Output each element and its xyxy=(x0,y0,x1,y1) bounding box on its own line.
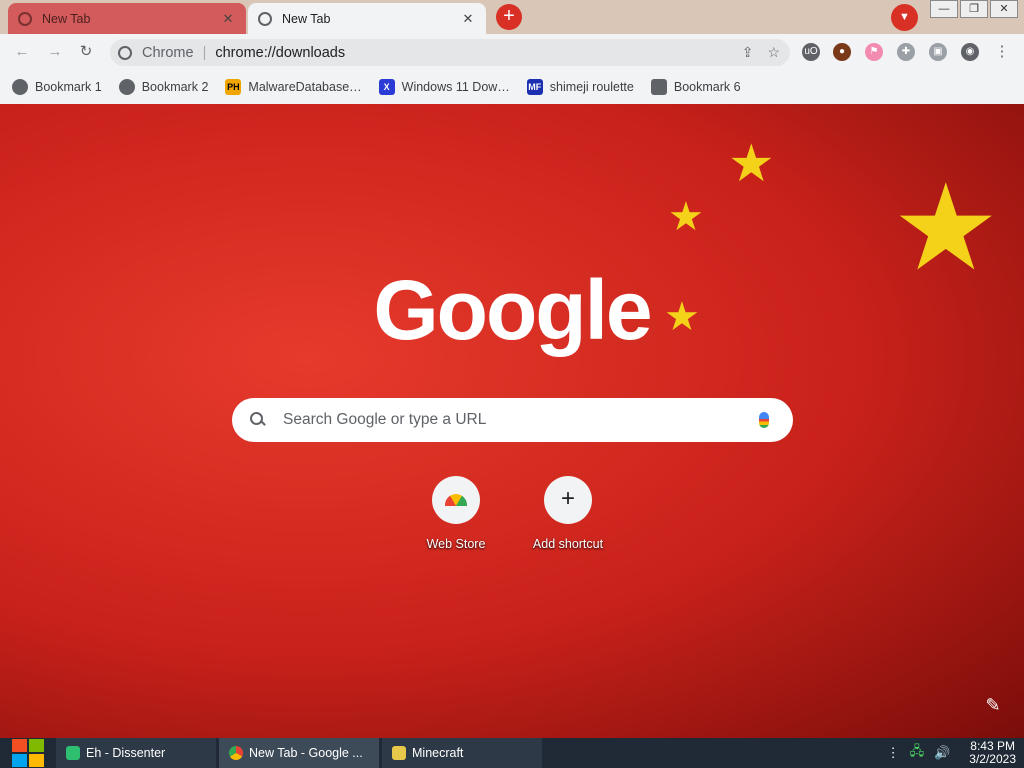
bookmark-favicon-icon: MF xyxy=(526,79,543,95)
side-panel-icon[interactable]: ▣ xyxy=(929,43,947,61)
bookmark-item[interactable]: Bookmark 6 xyxy=(650,79,741,95)
shortcut-web-store[interactable]: Web Store xyxy=(406,476,506,551)
omnibox-separator: | xyxy=(202,44,207,61)
reload-button[interactable]: ↻ xyxy=(76,42,96,62)
bookmark-item[interactable]: Bookmark 1 xyxy=(12,79,102,95)
bookmark-item[interactable]: Bookmark 2 xyxy=(118,79,209,95)
bookmark-item[interactable]: PH MalwareDatabase… xyxy=(225,79,362,95)
bookmark-label: Bookmark 6 xyxy=(673,80,741,94)
clock[interactable]: 8:43 PM 3/2/2023 xyxy=(969,740,1016,766)
plus-icon: + xyxy=(544,476,592,524)
share-icon[interactable]: ⇪ xyxy=(742,44,754,61)
bookmarks-bar: Bookmark 1 Bookmark 2 PH MalwareDatabase… xyxy=(0,70,1024,104)
bookmark-label: shimeji roulette xyxy=(549,80,634,94)
tab-title: New Tab xyxy=(42,11,91,26)
puzzle-extensions-icon[interactable]: ✚ xyxy=(897,43,915,61)
network-icon[interactable]: 🖧 xyxy=(910,742,925,764)
bookmark-label: MalwareDatabase… xyxy=(248,80,362,94)
taskbar-item-label: New Tab - Google ... xyxy=(249,746,363,760)
address-bar[interactable]: Chrome | chrome://downloads ⇪ ☆ xyxy=(110,39,790,66)
bookmark-item[interactable]: MF shimeji roulette xyxy=(526,79,634,95)
tab-strip: New Tab ✕ New Tab ✕ + ▼ — ❐ ✕ xyxy=(0,0,1024,34)
chrome-icon xyxy=(229,746,243,760)
omnibox-chip: Chrome xyxy=(142,44,194,61)
bookmark-favicon-icon xyxy=(12,79,28,95)
tab-close-icon[interactable]: ✕ xyxy=(220,11,236,27)
chrome-favicon-icon xyxy=(258,11,272,26)
restore-button[interactable]: ❐ xyxy=(960,0,988,18)
bookmark-star-icon[interactable]: ☆ xyxy=(767,44,780,61)
start-button[interactable] xyxy=(0,738,56,768)
chrome-favicon-icon xyxy=(18,11,32,26)
shortcut-label: Web Store xyxy=(426,537,486,551)
folder-icon xyxy=(392,746,406,760)
window-controls: — ❐ ✕ xyxy=(930,0,1018,18)
ublock-extension-icon[interactable]: uO xyxy=(802,43,820,61)
shortcut-add[interactable]: + Add shortcut xyxy=(518,476,618,551)
forward-button[interactable]: → xyxy=(45,42,65,62)
extension-icon[interactable]: ⚑ xyxy=(865,43,883,61)
star-decoration-icon: ★ xyxy=(728,135,775,193)
profile-avatar-icon[interactable]: ◉ xyxy=(961,43,979,61)
back-button[interactable]: ← xyxy=(12,42,32,62)
tab-close-icon[interactable]: ✕ xyxy=(460,11,476,27)
omnibox-actions: ⇪ ☆ xyxy=(742,44,780,61)
toolbar: ← → ↻ Chrome | chrome://downloads ⇪ ☆ uO… xyxy=(0,34,1024,70)
web-store-icon xyxy=(432,476,480,524)
windows-logo-icon xyxy=(12,739,44,767)
menu-kebab-icon[interactable]: ⋮ xyxy=(993,43,1011,61)
browser-frame: New Tab ✕ New Tab ✕ + ▼ — ❐ ✕ ← → ↻ Chro… xyxy=(0,0,1024,104)
customize-pencil-icon[interactable]: ✎ xyxy=(980,692,1006,718)
new-tab-button[interactable]: + xyxy=(496,4,522,30)
extension-icon[interactable]: ● xyxy=(833,43,851,61)
microphone-icon[interactable] xyxy=(759,412,769,428)
omnibox-url: chrome://downloads xyxy=(215,44,346,61)
tab-1[interactable]: New Tab ✕ xyxy=(8,3,246,34)
bookmark-favicon-icon xyxy=(118,79,135,95)
taskbar-item-label: Minecraft xyxy=(412,746,464,760)
bookmark-label: Bookmark 2 xyxy=(141,80,209,94)
new-tab-page: ★ ★ ★ ★ Google Search Google or type a U… xyxy=(0,104,1024,738)
tab-search-button[interactable]: ▼ xyxy=(891,4,918,31)
chrome-icon xyxy=(118,45,132,60)
bookmark-label: Bookmark 1 xyxy=(35,80,102,94)
tray-overflow-icon[interactable]: ⋮ xyxy=(887,745,900,761)
close-window-button[interactable]: ✕ xyxy=(990,0,1018,18)
taskbar-item-label: Eh - Dissenter xyxy=(86,746,166,760)
taskbar-item[interactable]: Minecraft xyxy=(382,738,542,768)
bookmark-label: Windows 11 Dow… xyxy=(401,80,510,94)
search-placeholder: Search Google or type a URL xyxy=(283,411,487,428)
volume-icon[interactable]: 🔊 xyxy=(934,745,950,761)
system-tray: ⋮ 🖧 🔊 8:43 PM 3/2/2023 xyxy=(882,738,1024,768)
search-box[interactable]: Search Google or type a URL xyxy=(232,398,793,442)
tab-2[interactable]: New Tab ✕ xyxy=(248,3,486,34)
google-logo: Google xyxy=(373,263,652,357)
clock-date: 3/2/2023 xyxy=(969,752,1016,766)
taskbar-item[interactable]: New Tab - Google ... xyxy=(219,738,379,768)
star-decoration-icon: ★ xyxy=(668,195,704,239)
taskbar: Eh - Dissenter New Tab - Google ... Mine… xyxy=(0,738,1024,768)
minimize-button[interactable]: — xyxy=(930,0,958,18)
search-icon xyxy=(250,412,266,428)
bookmark-item[interactable]: X Windows 11 Dow… xyxy=(378,79,510,95)
bookmark-favicon-icon xyxy=(650,79,667,95)
tab-title: New Tab xyxy=(282,11,331,26)
bookmark-favicon-icon: PH xyxy=(225,79,242,95)
bookmark-favicon-icon: X xyxy=(378,79,395,95)
dissenter-icon xyxy=(66,746,80,760)
shortcut-label: Add shortcut xyxy=(532,537,604,551)
taskbar-item[interactable]: Eh - Dissenter xyxy=(56,738,216,768)
